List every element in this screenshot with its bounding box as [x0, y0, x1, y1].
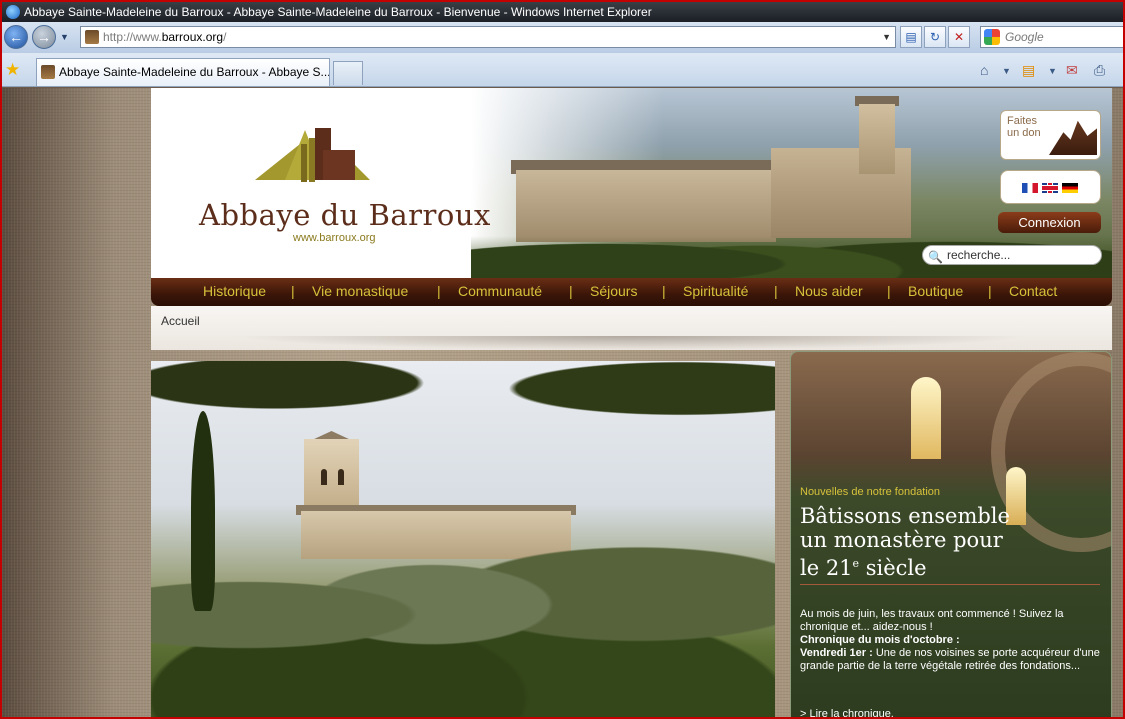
abbey-logo-icon: [255, 128, 370, 182]
site-container: Abbaye du Barroux www.barroux.org Faites…: [151, 88, 1112, 717]
menu-item-contact[interactable]: Contact: [1009, 278, 1057, 306]
menu-separator: |: [662, 283, 666, 299]
browser-window: Abbaye Sainte-Madeleine du Barroux - Abb…: [0, 0, 1125, 719]
address-suffix: /: [223, 30, 227, 44]
tab-bar: ★ Abbaye Sainte-Madeleine du Barroux - A…: [2, 53, 1123, 87]
stop-icon[interactable]: ✕: [948, 26, 970, 48]
photo-tower-window: [321, 469, 327, 485]
donate-label: Faites un don: [1007, 115, 1041, 139]
menu-item-boutique[interactable]: Boutique: [908, 278, 963, 306]
panel-title[interactable]: Bâtissons ensemble un monastère pour le …: [800, 504, 1100, 580]
google-icon: [984, 29, 1000, 45]
compatibility-view-icon[interactable]: ▤: [900, 26, 922, 48]
menu-item-sejours[interactable]: Séjours: [590, 278, 637, 306]
menu-separator: |: [887, 283, 891, 299]
address-dropdown-icon[interactable]: ▼: [882, 27, 891, 47]
browser-search-input[interactable]: Google: [980, 26, 1123, 48]
menu-separator: |: [988, 283, 992, 299]
search-icon: 🔍: [928, 250, 943, 264]
panel-title-line1: Bâtissons ensemble: [800, 504, 1010, 528]
breadcrumb-bar: Accueil: [151, 306, 1112, 350]
site-favicon-icon: [85, 30, 99, 44]
logo-title: Abbaye du Barroux: [199, 198, 491, 232]
menu-item-communaute[interactable]: Communauté: [458, 278, 542, 306]
tab-active[interactable]: Abbaye Sainte-Madeleine du Barroux - Abb…: [36, 58, 330, 86]
menu-item-vie-monastique[interactable]: Vie monastique: [312, 278, 408, 306]
history-dropdown-icon[interactable]: ▼: [60, 32, 69, 42]
panel-title-line3: le 21e siècle: [800, 552, 1100, 580]
browser-search-placeholder: Google: [1005, 30, 1044, 44]
donate-button[interactable]: Faites un don: [1000, 110, 1101, 160]
feeds-dropdown-icon[interactable]: ▼: [1048, 66, 1057, 76]
forward-button[interactable]: →: [32, 25, 56, 49]
panel-title-line3-suffix: siècle: [859, 556, 927, 580]
donate-abbey-icon: [1049, 120, 1097, 155]
photo-olive-trees: [151, 511, 775, 717]
refresh-icon[interactable]: ↻: [924, 26, 946, 48]
panel-divider: [800, 584, 1100, 585]
address-host: barroux.org: [161, 30, 224, 44]
read-chronicle-link[interactable]: > Lire la chronique.: [800, 708, 894, 717]
photo-pine-branches: [151, 361, 775, 471]
flag-de-icon[interactable]: [1062, 183, 1078, 193]
window-titlebar: Abbaye Sainte-Madeleine du Barroux - Abb…: [2, 2, 1123, 22]
login-button[interactable]: Connexion: [998, 212, 1101, 233]
panel-intro: Au mois de juin, les travaux ont commenc…: [800, 608, 1064, 633]
window-title: Abbaye Sainte-Madeleine du Barroux - Abb…: [24, 5, 652, 19]
new-tab-button[interactable]: [333, 61, 363, 85]
breadcrumb[interactable]: Accueil: [161, 314, 200, 328]
ie-logo-icon: [6, 5, 20, 19]
logo-url: www.barroux.org: [293, 232, 376, 244]
navigation-bar: ← → ▼ http://www.barroux.org/ ▼ ▤ ↻ ✕ Go…: [2, 22, 1123, 53]
tab-label: Abbaye Sainte-Madeleine du Barroux - Abb…: [59, 65, 330, 79]
abbey-tower: [859, 104, 895, 174]
address-prefix: http://www.: [103, 30, 162, 44]
flag-fr-icon[interactable]: [1022, 183, 1038, 193]
main-menu: Historique | Vie monastique | Communauté…: [151, 278, 1112, 306]
page-viewport: Abbaye du Barroux www.barroux.org Faites…: [2, 88, 1123, 717]
language-selector: [1000, 170, 1101, 204]
panel-body: Au mois de juin, les travaux ont commenc…: [800, 608, 1108, 673]
flag-uk-icon[interactable]: [1042, 183, 1058, 193]
menu-separator: |: [437, 283, 441, 299]
print-icon[interactable]: ⎙: [1094, 62, 1105, 79]
site-search-input[interactable]: 🔍 recherche...: [922, 245, 1102, 265]
tab-favicon-icon: [41, 65, 55, 79]
site-logo[interactable]: Abbaye du Barroux www.barroux.org: [195, 120, 490, 250]
address-bar[interactable]: http://www.barroux.org/ ▼: [80, 26, 896, 48]
panel-entry-date: Vendredi 1er :: [800, 647, 873, 659]
photo-cypress: [191, 411, 215, 611]
panel-title-line2: un monastère pour: [800, 528, 1003, 552]
menu-separator: |: [774, 283, 778, 299]
favorites-star-icon[interactable]: ★: [5, 60, 20, 80]
feeds-icon[interactable]: ▤: [1022, 62, 1035, 79]
photo-tower-window: [338, 469, 344, 485]
site-search-placeholder: recherche...: [947, 248, 1011, 262]
breadcrumb-shadow: [231, 336, 1031, 350]
panel-title-line3-prefix: le 21: [800, 556, 853, 580]
menu-separator: |: [291, 283, 295, 299]
back-button[interactable]: ←: [4, 25, 28, 49]
foundation-news-panel: Nouvelles de notre fondation Bâtissons e…: [790, 351, 1112, 717]
panel-window-light: [911, 377, 941, 459]
site-header: Abbaye du Barroux www.barroux.org Faites…: [151, 88, 1112, 278]
menu-separator: |: [569, 283, 573, 299]
menu-item-spiritualite[interactable]: Spiritualité: [683, 278, 748, 306]
mail-icon[interactable]: ✉: [1066, 62, 1078, 79]
menu-item-nous-aider[interactable]: Nous aider: [795, 278, 863, 306]
main-abbey-photo: [151, 361, 775, 717]
panel-kicker: Nouvelles de notre fondation: [800, 486, 941, 498]
menu-item-historique[interactable]: Historique: [203, 278, 266, 306]
home-icon[interactable]: ⌂: [980, 62, 988, 78]
panel-chronicle-heading: Chronique du mois d'octobre :: [800, 634, 960, 646]
home-dropdown-icon[interactable]: ▼: [1002, 66, 1011, 76]
